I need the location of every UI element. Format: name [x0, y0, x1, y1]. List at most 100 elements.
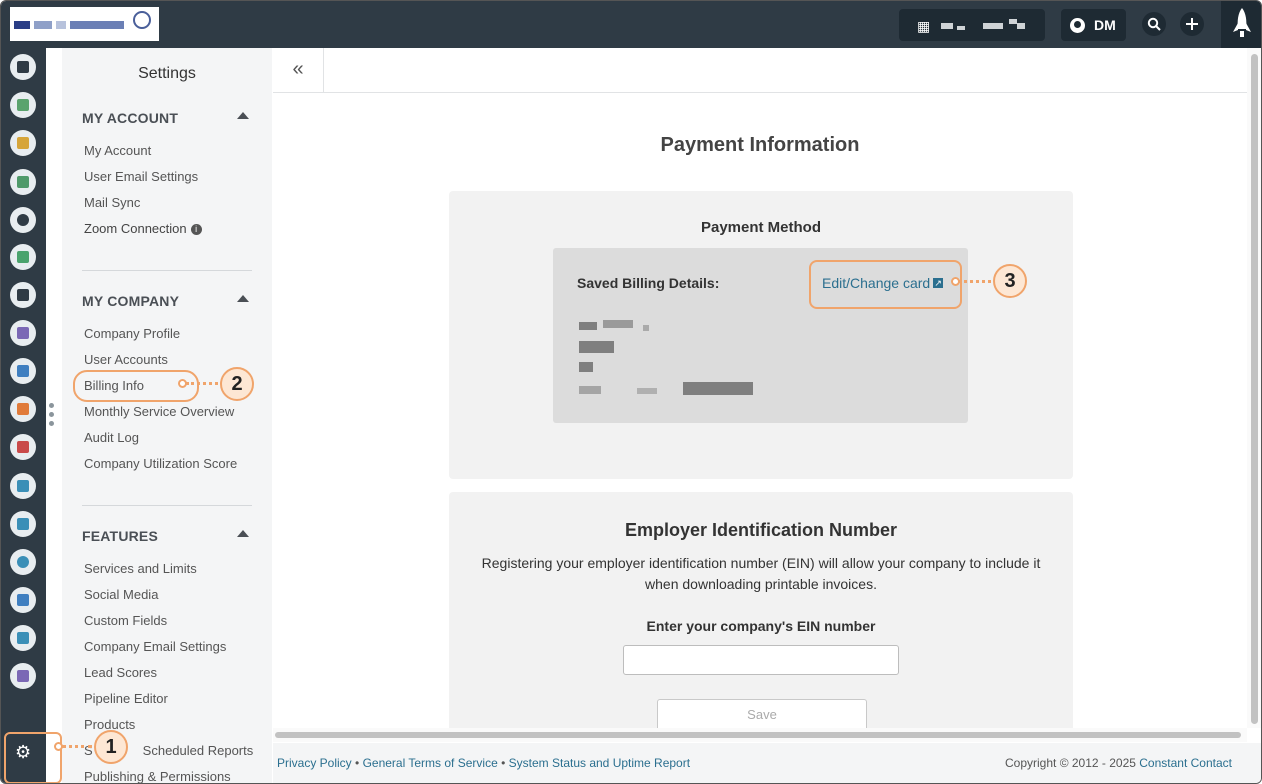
divider: [82, 505, 252, 506]
megaphone-icon[interactable]: [10, 282, 36, 308]
section-features[interactable]: FEATURES: [82, 528, 158, 544]
growth-chart-icon[interactable]: [10, 511, 36, 537]
settings-nav-title: Settings: [138, 65, 196, 82]
ein-card: Employer Identification Number Registeri…: [449, 492, 1073, 732]
calendar-icon[interactable]: [10, 434, 36, 460]
callout-3: 3: [993, 264, 1027, 298]
redacted-text: [683, 382, 753, 395]
footer: Privacy Policy • General Terms of Servic…: [273, 743, 1261, 783]
ein-title: Employer Identification Number: [624, 520, 898, 540]
launch-button[interactable]: [1221, 1, 1261, 48]
nav-item-company-utilization-score[interactable]: Company Utilization Score: [84, 456, 237, 471]
callout-connector: [62, 745, 92, 748]
main-content: « Payment Information Payment Method Sav…: [273, 48, 1247, 732]
building-icon: ▦: [917, 18, 931, 34]
copyright-text: Copyright © 2012 - 2025: [1005, 756, 1136, 770]
redacted-text: [643, 325, 649, 331]
privacy-policy-link[interactable]: Privacy Policy: [277, 756, 352, 770]
email-icon[interactable]: [10, 92, 36, 118]
collapse-nav-button[interactable]: «: [273, 48, 324, 92]
separator: •: [355, 756, 360, 770]
divider: [82, 270, 252, 271]
branch-icon[interactable]: [10, 207, 36, 233]
section-my-account[interactable]: MY ACCOUNT: [82, 110, 178, 126]
status-link[interactable]: System Status and Uptime Report: [509, 756, 690, 770]
nav-item-zoom-connection[interactable]: Zoom Connection i: [84, 221, 202, 236]
edit-card-highlight: [809, 260, 962, 309]
headset-icon[interactable]: [10, 549, 36, 575]
list-icon[interactable]: [10, 244, 36, 270]
nav-item-monthly-service-overview[interactable]: Monthly Service Overview: [84, 404, 234, 419]
handshake-icon[interactable]: [10, 473, 36, 499]
company-logo[interactable]: [10, 7, 159, 41]
page-title: Payment Information: [660, 134, 860, 156]
redacted-text: [579, 322, 597, 330]
redacted-text: [579, 362, 593, 372]
payment-method-card: Payment Method Saved Billing Details: Ed…: [449, 191, 1073, 479]
redacted-text: [579, 341, 614, 353]
separator: •: [501, 756, 506, 770]
info-icon[interactable]: i: [190, 224, 202, 235]
nav-item-my-account[interactable]: My Account: [84, 143, 151, 158]
nav-resize-handle[interactable]: [49, 403, 57, 431]
nav-item-user-accounts[interactable]: User Accounts: [84, 352, 168, 367]
horizontal-scrollbar[interactable]: [273, 728, 1247, 742]
thumbs-up-icon[interactable]: [10, 358, 36, 384]
tasks-icon[interactable]: [10, 130, 36, 156]
search-icon: [1147, 17, 1161, 31]
app-icon-rail: [1, 48, 46, 783]
app-window: ▦ DM ⚙ Settings MY ACCOUNT My Account Us…: [0, 0, 1262, 784]
ein-field-label: Enter your company's EIN number: [646, 618, 876, 634]
plus-icon: [1186, 18, 1198, 30]
nav-item-company-profile[interactable]: Company Profile: [84, 326, 180, 341]
nav-item-audit-log[interactable]: Audit Log: [84, 430, 139, 445]
callout-connector: [186, 382, 218, 385]
vertical-scrollbar[interactable]: [1247, 48, 1261, 728]
save-button[interactable]: Save: [657, 699, 867, 731]
footer-links: Privacy Policy • General Terms of Servic…: [277, 756, 690, 770]
collapse-caret-icon[interactable]: [237, 295, 249, 302]
section-my-company[interactable]: MY COMPANY: [82, 293, 179, 309]
nav-item-social-media[interactable]: Social Media: [84, 587, 158, 602]
organization-switcher[interactable]: ▦: [899, 9, 1045, 41]
bar-chart-icon[interactable]: [10, 625, 36, 651]
collapse-caret-icon[interactable]: [237, 530, 249, 537]
redacted-text: [603, 320, 633, 328]
callout-connector: [959, 280, 991, 283]
nav-item-services-and-limits[interactable]: Services and Limits: [84, 561, 197, 576]
ein-description-line-1: Registering your employer identification…: [481, 555, 1041, 571]
user-star-icon[interactable]: [10, 587, 36, 613]
nav-item-label: Scheduled Reports: [142, 743, 254, 758]
toolbar: «: [273, 48, 1247, 93]
nav-item-lead-scores[interactable]: Lead Scores: [84, 665, 157, 680]
nav-item-pipeline-editor[interactable]: Pipeline Editor: [84, 691, 168, 706]
nav-item-company-email-settings[interactable]: Company Email Settings: [84, 639, 226, 654]
constant-contact-link[interactable]: Constant Contact: [1139, 756, 1232, 770]
search-button[interactable]: [1142, 12, 1166, 36]
payment-method-title: Payment Method: [700, 219, 821, 236]
callout-1: 1: [94, 730, 128, 764]
add-button[interactable]: [1180, 12, 1204, 36]
ein-description-line-2: when downloading printable invoices.: [645, 576, 877, 592]
settings-nav: Settings MY ACCOUNT My Account User Emai…: [62, 48, 272, 783]
avatar: [1070, 18, 1085, 33]
ein-input[interactable]: [623, 645, 899, 675]
nav-item-custom-fields[interactable]: Custom Fields: [84, 613, 167, 628]
nav-item-publishing-permissions[interactable]: Publishing & Permissions: [84, 769, 231, 783]
plug-icon[interactable]: [10, 663, 36, 689]
redacted-text: [637, 388, 657, 394]
nav-item-mail-sync[interactable]: Mail Sync: [84, 195, 140, 210]
map-icon[interactable]: [10, 169, 36, 195]
contacts-icon[interactable]: [10, 54, 36, 80]
chat-icon[interactable]: [10, 320, 36, 346]
redacted-text: [579, 386, 601, 394]
user-initials: DM: [1094, 17, 1116, 33]
terms-link[interactable]: General Terms of Service: [363, 756, 498, 770]
user-menu[interactable]: DM: [1061, 9, 1126, 41]
nav-item-user-email-settings[interactable]: User Email Settings: [84, 169, 198, 184]
collapse-caret-icon[interactable]: [237, 112, 249, 119]
copyright: Copyright © 2012 - 2025 Constant Contact: [1005, 756, 1232, 770]
callout-2: 2: [220, 367, 254, 401]
saved-billing-label: Saved Billing Details:: [577, 275, 720, 291]
images-icon[interactable]: [10, 396, 36, 422]
